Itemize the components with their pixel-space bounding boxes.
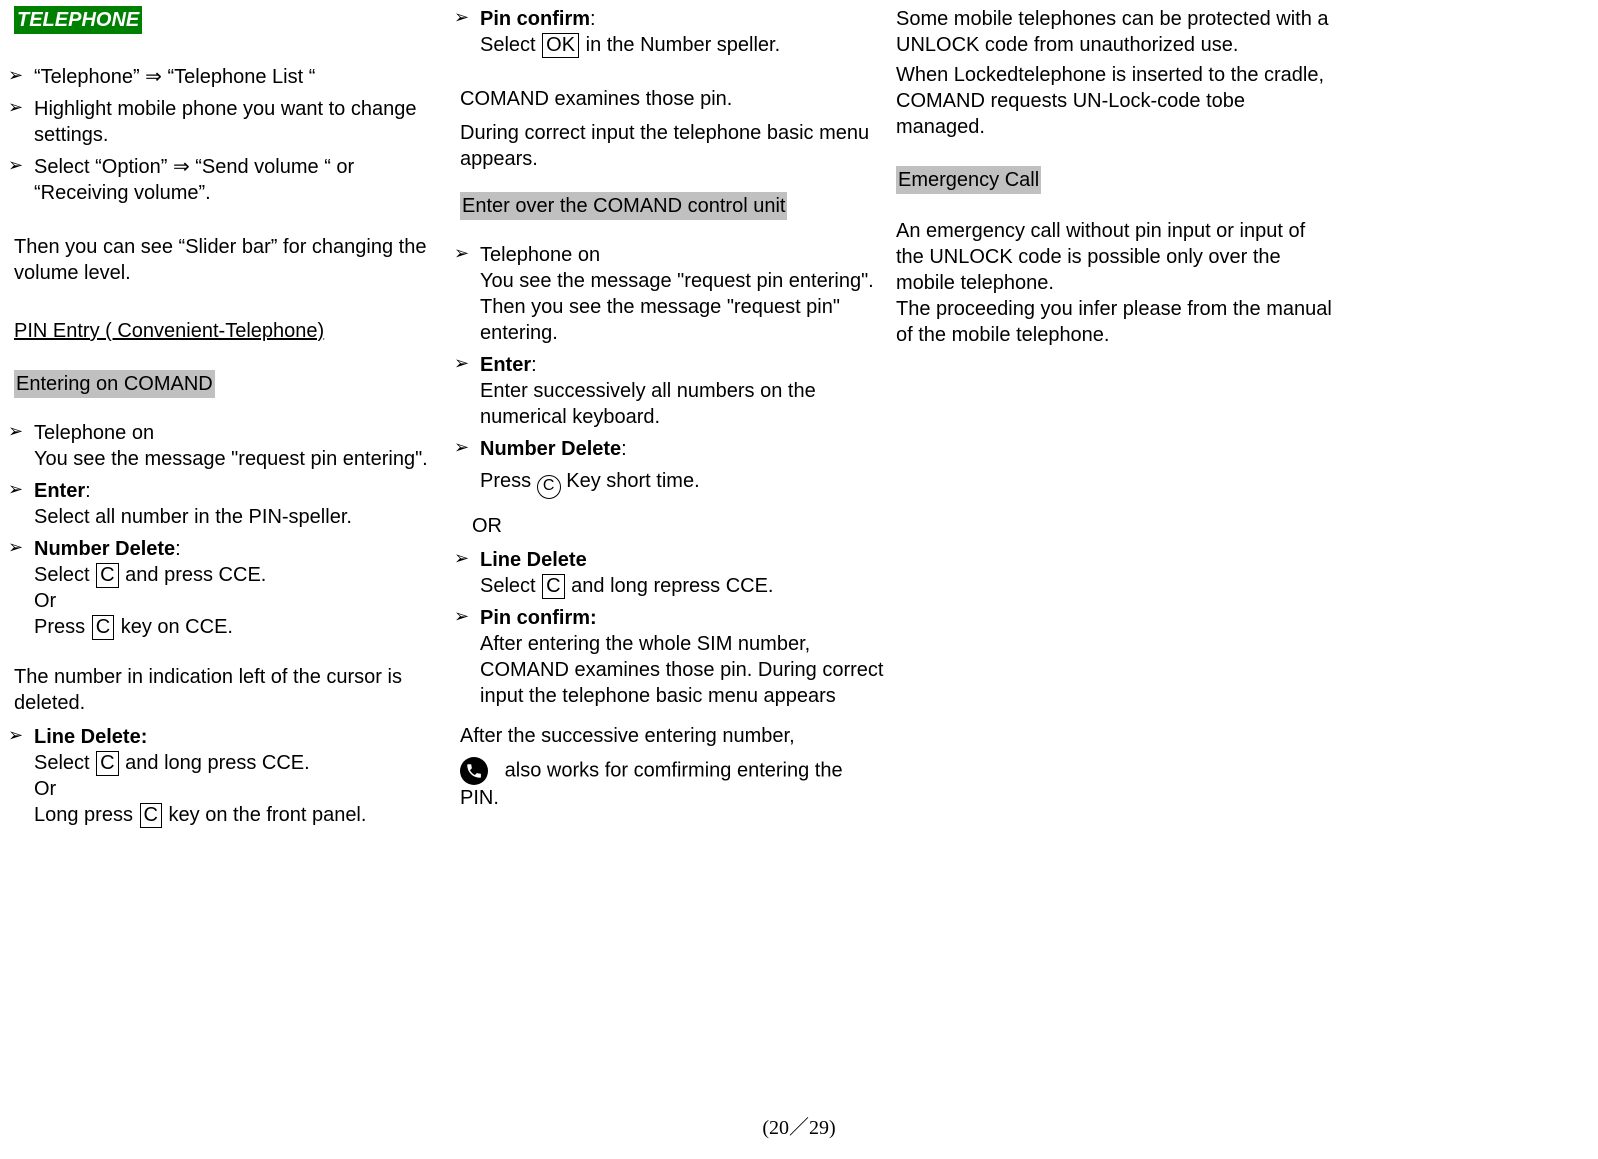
heading-emergency-call: Emergency Call bbox=[896, 166, 1041, 194]
paragraph: An emergency call without pin input or i… bbox=[896, 218, 1332, 296]
text: and press CCE. bbox=[120, 564, 267, 586]
text: After entering the whole SIM number, COM… bbox=[480, 633, 883, 707]
text: Telephone on bbox=[34, 422, 154, 444]
key-c-box: C bbox=[140, 803, 162, 828]
heading-enter-over-comand: Enter over the COMAND control unit bbox=[460, 192, 787, 220]
label-line-delete: Line Delete bbox=[480, 549, 587, 571]
label-pin-confirm: Pin confirm bbox=[480, 8, 590, 30]
key-ok-box: OK bbox=[542, 33, 579, 58]
list-item: Number Delete: Press C Key short time. bbox=[450, 436, 886, 505]
list-item: Enter: Select all number in the PIN-spel… bbox=[4, 478, 440, 536]
paragraph: Then you can see “Slider bar” for changi… bbox=[14, 234, 440, 286]
label-pin-confirm: Pin confirm: bbox=[480, 607, 597, 629]
text: You see the message "request pin enterin… bbox=[34, 448, 428, 470]
paragraph: COMAND examines those pin. bbox=[460, 86, 886, 112]
col2-list-3: Line Delete Select C and long repress CC… bbox=[450, 547, 886, 715]
col1-list-3: Line Delete: Select C and long press CCE… bbox=[4, 724, 440, 834]
paragraph: After the successive entering number, bbox=[460, 723, 886, 749]
text: Telephone on bbox=[480, 244, 600, 266]
list-item: Enter: Enter successively all numbers on… bbox=[450, 352, 886, 436]
paragraph: The proceeding you infer please from the… bbox=[896, 296, 1332, 348]
text: and long press CCE. bbox=[120, 752, 310, 774]
label-line-delete: Line Delete: bbox=[34, 726, 147, 748]
column-2: Pin confirm: Select OK in the Number spe… bbox=[450, 6, 896, 834]
text: key on CCE. bbox=[121, 616, 233, 638]
label-enter: Enter bbox=[480, 354, 531, 376]
paragraph: Some mobile telephones can be protected … bbox=[896, 6, 1332, 58]
text: Enter successively all numbers on the nu… bbox=[480, 380, 816, 428]
list-item: Select “Option” ⇒ “Send volume “ or “Rec… bbox=[4, 154, 440, 212]
text: “Telephone” ⇒ “Telephone List “ bbox=[34, 66, 315, 88]
text: Press bbox=[34, 616, 91, 638]
text: Key short time. bbox=[561, 470, 700, 492]
text-or: Or bbox=[34, 778, 56, 800]
text: “Receiving volume”. bbox=[34, 182, 211, 204]
page-title-telephone: TELEPHONE bbox=[14, 6, 142, 34]
list-item: Telephone on You see the message "reques… bbox=[450, 242, 886, 352]
text: Select all number in the PIN-speller. bbox=[34, 506, 352, 528]
list-item: Line Delete: Select C and long press CCE… bbox=[4, 724, 440, 834]
text: key on the front panel. bbox=[163, 804, 366, 826]
key-c-box: C bbox=[542, 574, 564, 599]
key-c-circle: C bbox=[537, 475, 561, 499]
list-item: “Telephone” ⇒ “Telephone List “ bbox=[4, 64, 440, 96]
label-number-delete: Number Delete bbox=[480, 438, 621, 460]
list-item: Pin confirm: After entering the whole SI… bbox=[450, 605, 886, 715]
paragraph: During correct input the telephone basic… bbox=[460, 120, 886, 172]
text: Then you see the message "request pin" e… bbox=[480, 296, 840, 344]
list-item: Line Delete Select C and long repress CC… bbox=[450, 547, 886, 605]
column-3: Some mobile telephones can be protected … bbox=[896, 6, 1342, 834]
list-item: Highlight mobile phone you want to chang… bbox=[4, 96, 440, 154]
text: Select bbox=[34, 564, 95, 586]
text: Select bbox=[34, 752, 95, 774]
text: in the Number speller. bbox=[580, 34, 780, 56]
text: Long press bbox=[34, 804, 139, 826]
key-c-box: C bbox=[96, 751, 118, 776]
list-item: Pin confirm: Select OK in the Number spe… bbox=[450, 6, 886, 64]
label-enter: Enter bbox=[34, 480, 85, 502]
key-c-box: C bbox=[96, 563, 118, 588]
page-number: (20／29) bbox=[0, 1115, 1598, 1141]
text: also works for comfirming entering the P… bbox=[460, 759, 843, 809]
col1-list-1: “Telephone” ⇒ “Telephone List “ Highligh… bbox=[4, 64, 440, 212]
heading-entering-on-comand: Entering on COMAND bbox=[14, 370, 215, 398]
col2-list-2: Telephone on You see the message "reques… bbox=[450, 242, 886, 505]
col1-list-2: Telephone on You see the message "reques… bbox=[4, 420, 440, 646]
column-1: TELEPHONE “Telephone” ⇒ “Telephone List … bbox=[4, 6, 450, 834]
key-c-box: C bbox=[92, 615, 114, 640]
paragraph: The number in indication left of the cur… bbox=[14, 664, 440, 716]
list-item: Telephone on You see the message "reques… bbox=[4, 420, 440, 478]
text: and long repress CCE. bbox=[566, 575, 774, 597]
text-or: Or bbox=[34, 590, 56, 612]
phone-icon bbox=[460, 757, 488, 785]
label-number-delete: Number Delete bbox=[34, 538, 175, 560]
text: Press bbox=[480, 470, 537, 492]
content-columns: TELEPHONE “Telephone” ⇒ “Telephone List … bbox=[0, 0, 1598, 834]
paragraph: When Lockedtelephone is inserted to the … bbox=[896, 62, 1332, 140]
text: Highlight mobile phone you want to chang… bbox=[34, 98, 416, 146]
paragraph: also works for comfirming entering the P… bbox=[460, 757, 886, 811]
text: Select bbox=[480, 34, 541, 56]
text: You see the message "request pin enterin… bbox=[480, 270, 874, 292]
text: Select bbox=[480, 575, 541, 597]
list-item: Number Delete: Select C and press CCE. O… bbox=[4, 536, 440, 646]
heading-pin-entry: PIN Entry ( Convenient-Telephone) bbox=[14, 318, 440, 344]
text-or: OR bbox=[472, 513, 886, 539]
col2-list-1: Pin confirm: Select OK in the Number spe… bbox=[450, 6, 886, 64]
page: TELEPHONE “Telephone” ⇒ “Telephone List … bbox=[0, 0, 1598, 1159]
text: Select “Option” ⇒ “Send volume “ or bbox=[34, 156, 354, 178]
